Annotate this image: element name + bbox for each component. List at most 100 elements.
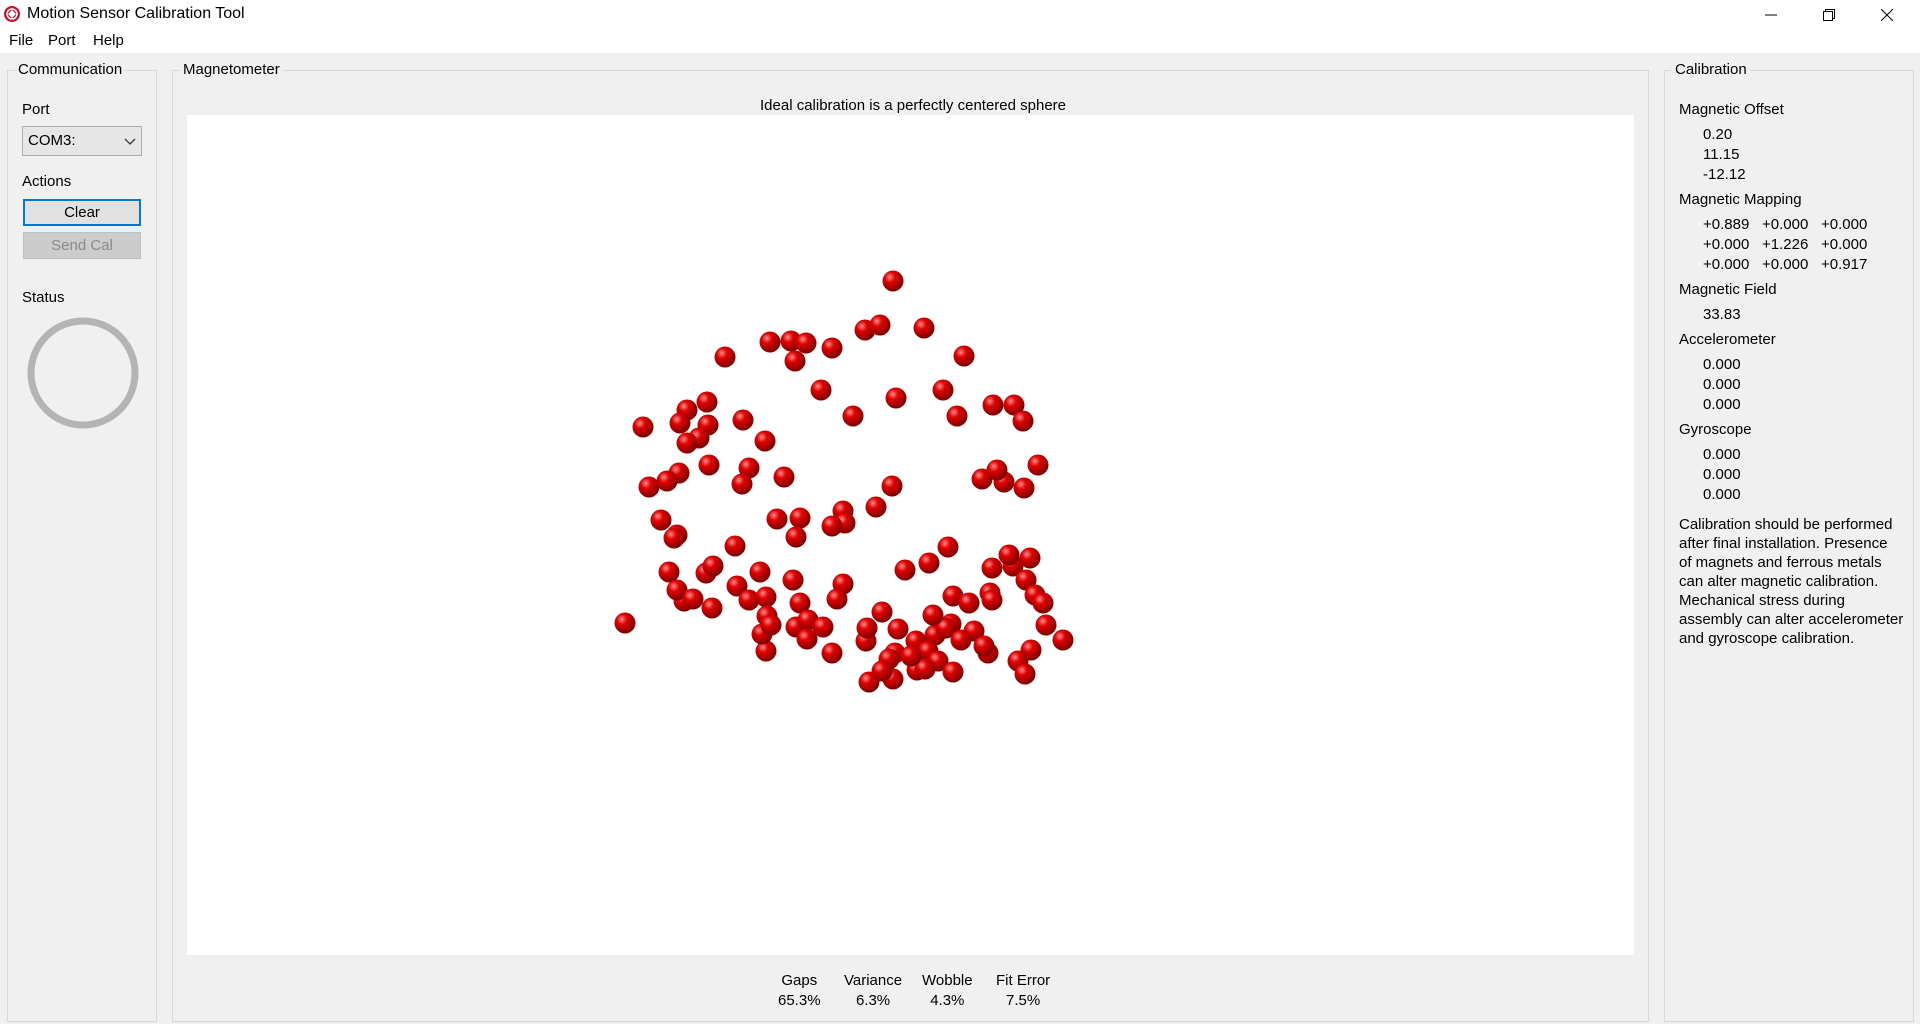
send-cal-button[interactable]: Send Cal bbox=[23, 232, 141, 259]
actions-label: Actions bbox=[22, 173, 72, 190]
sample-point bbox=[842, 405, 864, 427]
restore-icon bbox=[1823, 8, 1835, 21]
app-logo-icon bbox=[4, 6, 20, 22]
status-indicator bbox=[27, 317, 139, 429]
sample-point bbox=[732, 409, 754, 431]
menu-file[interactable]: File bbox=[9, 32, 33, 49]
communication-title: Communication bbox=[15, 61, 126, 78]
accelerometer-y: 0.000 bbox=[1703, 376, 1741, 393]
clear-button[interactable]: Clear bbox=[23, 199, 141, 226]
sample-point bbox=[702, 555, 724, 577]
sample-point bbox=[632, 416, 654, 438]
sample-point bbox=[821, 515, 843, 537]
sample-point bbox=[1019, 547, 1041, 569]
sample-point bbox=[676, 432, 698, 454]
sample-point bbox=[950, 629, 972, 651]
sample-point bbox=[998, 544, 1020, 566]
minimize-button[interactable] bbox=[1742, 0, 1800, 29]
sample-point bbox=[887, 618, 909, 640]
note-line: can alter magnetic calibration. bbox=[1679, 573, 1879, 590]
sample-point bbox=[1014, 663, 1036, 685]
sample-point bbox=[796, 628, 818, 650]
sample-point bbox=[918, 552, 940, 574]
note-line: assembly can alter accelerometer bbox=[1679, 611, 1904, 628]
sample-point bbox=[937, 536, 959, 558]
mapping-cell: +0.000 bbox=[1762, 216, 1809, 233]
sample-point bbox=[894, 559, 916, 581]
sample-point bbox=[614, 612, 636, 634]
stat-fit-error-label: Fit Error bbox=[996, 972, 1051, 989]
sample-point bbox=[1027, 454, 1049, 476]
sample-point bbox=[856, 617, 878, 639]
sample-point bbox=[982, 394, 1004, 416]
note-line: and gyroscope calibration. bbox=[1679, 630, 1855, 647]
mapping-cell: +1.226 bbox=[1762, 236, 1809, 253]
magnetic-offset-y: 11.15 bbox=[1703, 146, 1740, 163]
accelerometer-label: Accelerometer bbox=[1679, 331, 1776, 348]
menu-help[interactable]: Help bbox=[93, 32, 124, 49]
note-line: Mechanical stress during bbox=[1679, 592, 1845, 609]
sample-point bbox=[885, 387, 907, 409]
stat-wobble-value: 4.3% bbox=[930, 992, 965, 1009]
sample-point bbox=[1012, 410, 1034, 432]
magnetometer-plot[interactable] bbox=[187, 115, 1634, 955]
sample-point bbox=[682, 588, 704, 610]
sample-point bbox=[865, 496, 887, 518]
magnetic-offset-z: -12.12 bbox=[1703, 166, 1746, 183]
magnetic-field-value: 33.83 bbox=[1703, 306, 1741, 323]
sample-point bbox=[785, 526, 807, 548]
sample-point bbox=[656, 470, 678, 492]
sample-point bbox=[766, 508, 788, 530]
stat-wobble: Wobble 4.3% bbox=[922, 971, 973, 1011]
port-select-value: COM3: bbox=[28, 132, 76, 149]
close-icon bbox=[1881, 8, 1893, 21]
sample-point bbox=[731, 473, 753, 495]
sample-point bbox=[773, 466, 795, 488]
gyroscope-x: 0.000 bbox=[1703, 446, 1741, 463]
sample-point bbox=[946, 405, 968, 427]
stat-gaps-label: Gaps bbox=[781, 972, 818, 989]
close-button[interactable] bbox=[1858, 0, 1916, 29]
stat-gaps-value: 65.3% bbox=[778, 992, 821, 1009]
sample-point bbox=[663, 527, 685, 549]
sample-point bbox=[810, 379, 832, 401]
magnetic-mapping-label: Magnetic Mapping bbox=[1679, 191, 1802, 208]
sample-point bbox=[749, 561, 771, 583]
restore-button[interactable] bbox=[1800, 0, 1858, 29]
sample-point bbox=[881, 475, 903, 497]
sample-point bbox=[696, 391, 718, 413]
sample-point bbox=[821, 642, 843, 664]
sample-point bbox=[958, 592, 980, 614]
status-label: Status bbox=[22, 289, 65, 306]
calibration-hint: Ideal calibration is a perfectly centere… bbox=[760, 97, 1067, 114]
mapping-cell: +0.000 bbox=[1821, 216, 1868, 233]
sample-point bbox=[871, 601, 893, 623]
sample-point bbox=[760, 614, 782, 636]
accelerometer-x: 0.000 bbox=[1703, 356, 1741, 373]
sample-point bbox=[986, 459, 1008, 481]
stat-variance-label: Variance bbox=[844, 972, 903, 989]
sample-point bbox=[755, 586, 777, 608]
sample-point bbox=[1035, 614, 1057, 636]
sample-point bbox=[932, 379, 954, 401]
menu-bar: File Port Help bbox=[0, 29, 1920, 53]
port-select[interactable]: COM3: bbox=[22, 126, 142, 156]
mapping-cell: +0.000 bbox=[1703, 256, 1750, 273]
mapping-cell: +0.889 bbox=[1703, 216, 1750, 233]
minimize-icon bbox=[1765, 14, 1777, 15]
note-line: of magnets and ferrous metals bbox=[1679, 554, 1882, 571]
sample-point bbox=[638, 476, 660, 498]
note-line: after final installation. Presence bbox=[1679, 535, 1888, 552]
stat-variance-value: 6.3% bbox=[855, 992, 891, 1009]
sample-point bbox=[826, 588, 848, 610]
sample-point bbox=[953, 345, 975, 367]
sample-point bbox=[701, 597, 723, 619]
sample-point bbox=[782, 569, 804, 591]
mapping-cell: +0.000 bbox=[1703, 236, 1750, 253]
menu-port[interactable]: Port bbox=[48, 32, 76, 49]
sample-point bbox=[669, 412, 691, 434]
sample-point bbox=[754, 430, 776, 452]
sample-point bbox=[913, 317, 935, 339]
note-line: Calibration should be performed bbox=[1679, 516, 1893, 533]
magnetic-offset-x: 0.20 bbox=[1703, 126, 1733, 143]
